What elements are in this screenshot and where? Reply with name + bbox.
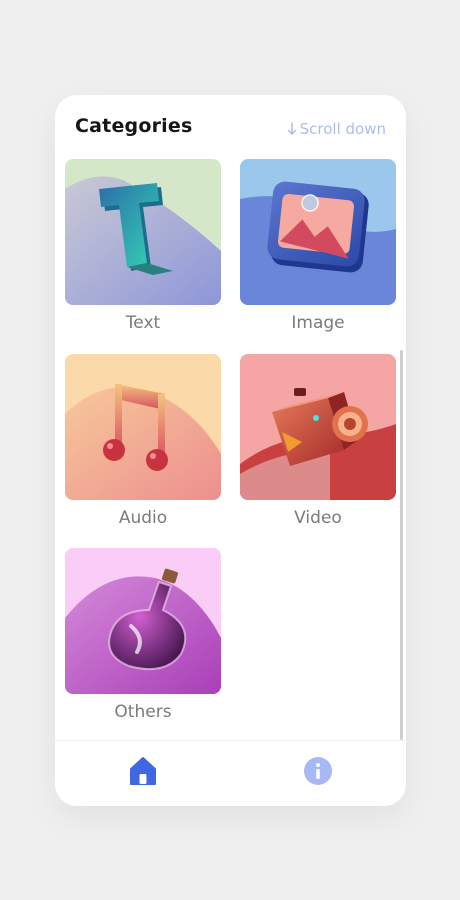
- music-note-icon: [65, 354, 221, 500]
- image-icon: [240, 159, 396, 305]
- scroll-hint-label: Scroll down: [299, 120, 386, 138]
- category-label: Others: [114, 702, 172, 722]
- category-audio[interactable]: Audio: [65, 354, 221, 528]
- camera-icon: [240, 354, 396, 500]
- info-icon: [304, 757, 332, 785]
- category-others[interactable]: Others: [65, 548, 221, 722]
- category-label: Video: [294, 508, 342, 528]
- category-label: Text: [125, 313, 161, 333]
- category-video[interactable]: Video: [240, 354, 396, 528]
- category-image[interactable]: Image: [240, 159, 396, 333]
- info-button[interactable]: [302, 755, 334, 787]
- category-label: Audio: [118, 508, 168, 528]
- category-text[interactable]: Text: [65, 159, 221, 333]
- categories-card: Categories Scroll down Text Image Audio …: [55, 95, 406, 806]
- flask-icon: [65, 548, 221, 694]
- home-icon: [130, 757, 156, 785]
- letter-t-icon: [65, 159, 221, 305]
- home-button[interactable]: [127, 755, 159, 787]
- category-label: Image: [291, 313, 345, 333]
- bottom-nav: [55, 740, 406, 806]
- header: Categories Scroll down: [75, 115, 386, 141]
- scrollbar[interactable]: [400, 350, 403, 740]
- arrow-down-icon: [287, 122, 297, 136]
- page-title: Categories: [75, 115, 193, 137]
- scroll-hint: Scroll down: [287, 120, 386, 138]
